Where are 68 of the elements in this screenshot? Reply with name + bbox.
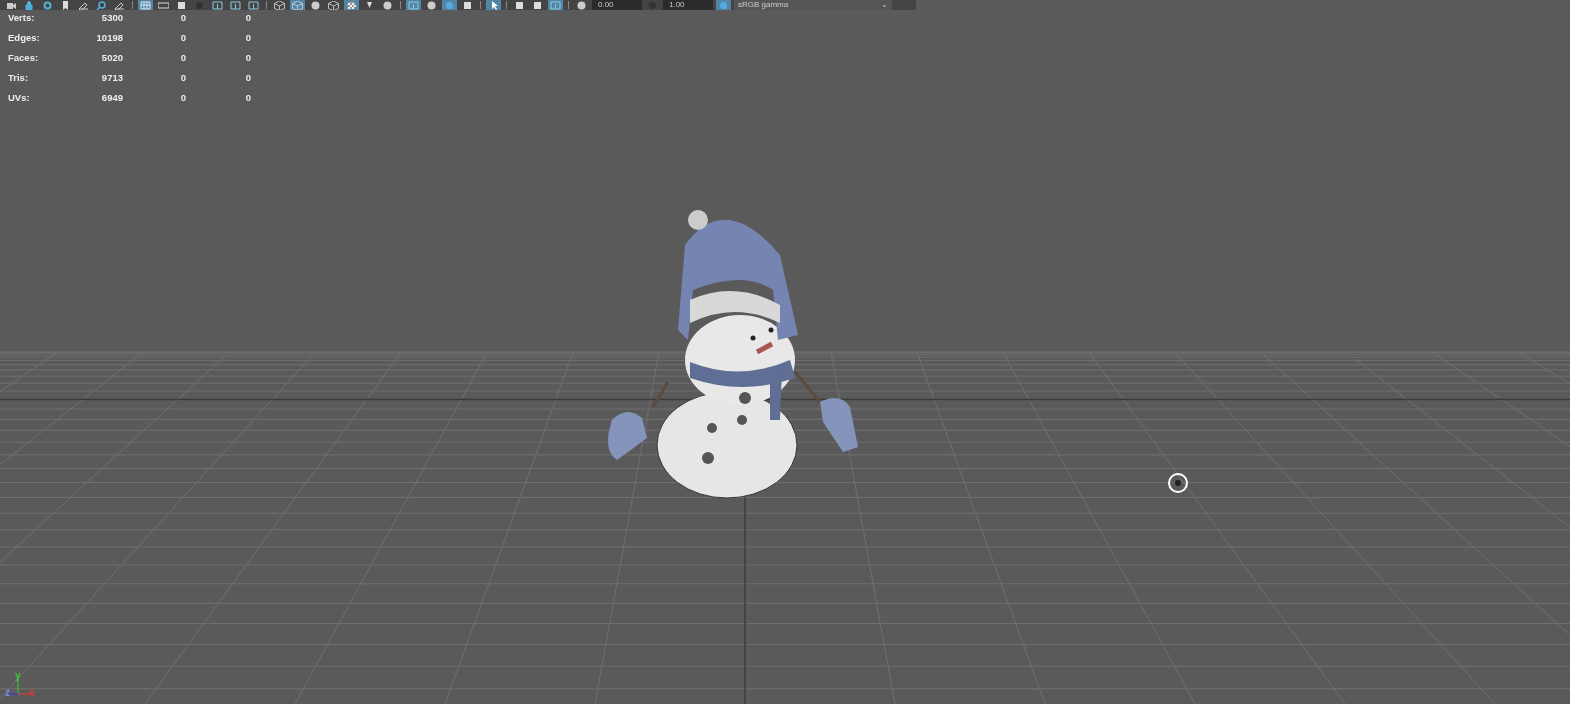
stat-label: UVs: [8, 91, 31, 103]
stat-value: 0 [179, 31, 186, 43]
stat-label: Tris: [8, 71, 30, 83]
stat-value: 0 [179, 11, 186, 23]
toolbar-button[interactable] [112, 0, 127, 10]
pen-icon [78, 0, 89, 10]
stat-value: 0 [179, 71, 186, 83]
stat-value: 0 [244, 71, 251, 83]
axis-label: x [29, 687, 35, 698]
axis-label: y [15, 670, 21, 681]
stat-label: Verts: [8, 11, 36, 23]
bookmark-icon [60, 0, 71, 10]
number-field[interactable]: 0.00 [592, 0, 642, 10]
cube-icon [328, 0, 339, 10]
sphere-icon [310, 0, 321, 10]
square-icon [176, 0, 187, 10]
stat-value: 0 [179, 51, 186, 63]
stat-value: 5300 [100, 11, 123, 23]
grid-icon [140, 0, 151, 10]
stat-value: 9713 [100, 71, 123, 83]
number-field[interactable]: 1.00 [663, 0, 713, 10]
circle-icon [444, 0, 455, 10]
toolbar-button[interactable] [344, 0, 359, 10]
square-icon [514, 0, 525, 10]
sphere-icon [382, 0, 393, 10]
pen-icon [114, 0, 125, 10]
circle-icon [194, 0, 205, 10]
sphere-icon [426, 0, 437, 10]
toolbar-button[interactable] [272, 0, 287, 10]
orbit-cursor-icon [1168, 473, 1188, 493]
stat-value: 10198 [95, 31, 123, 43]
toolbar-button[interactable] [486, 0, 501, 10]
stat-value: 0 [179, 91, 186, 103]
square-icon [532, 0, 543, 10]
circle-icon [718, 0, 729, 10]
axis-label: z [5, 687, 10, 698]
checker-icon [346, 0, 357, 10]
stat-label: Edges: [8, 31, 41, 43]
stat-value: 0 [244, 31, 251, 43]
circle-icon [647, 0, 658, 10]
toolbar-button[interactable] [4, 0, 19, 10]
camera-icon [6, 0, 17, 10]
toolbar-button[interactable] [326, 0, 341, 10]
stat-value: 0 [244, 51, 251, 63]
toolbar-button[interactable] [246, 0, 261, 10]
toolbar-button[interactable] [76, 0, 91, 10]
stat-label: Faces: [8, 51, 40, 63]
toolbar-button[interactable] [94, 0, 109, 10]
stat-value: 5020 [100, 51, 123, 63]
cube-icon [292, 0, 303, 10]
color-space-dropdown[interactable]: sRGB gamma ⌄ [734, 0, 892, 10]
film-icon [158, 0, 169, 10]
cube-icon [274, 0, 285, 10]
panel-icon [248, 0, 259, 10]
toolbar-button[interactable] [228, 0, 243, 10]
stat-value: 6949 [100, 91, 123, 103]
panel-icon [550, 0, 561, 10]
square-icon [462, 0, 473, 10]
stat-value: 0 [244, 11, 251, 23]
panel-icon [212, 0, 223, 10]
toolbar-button[interactable] [210, 0, 225, 10]
panel-icon [230, 0, 241, 10]
light-icon [364, 0, 375, 10]
panel-icon [408, 0, 419, 10]
toolbar-button[interactable] [156, 0, 171, 10]
stat-value: 0 [244, 91, 251, 103]
sphere-icon [576, 0, 587, 10]
magnifier-icon [96, 0, 107, 10]
